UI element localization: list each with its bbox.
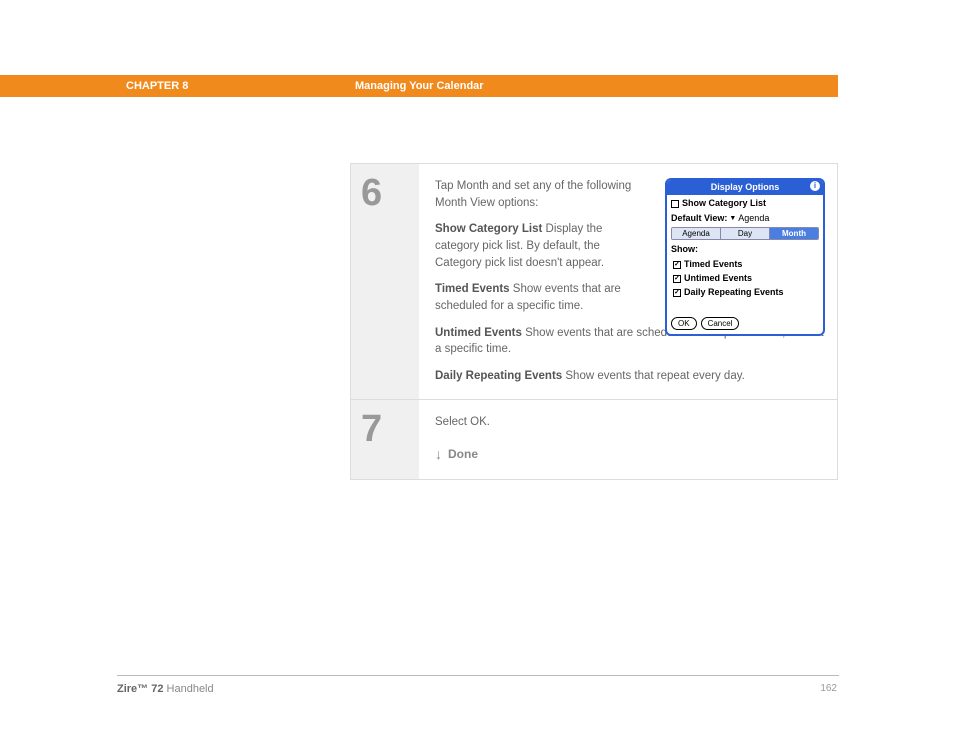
view-tabs: Agenda Day Month	[671, 227, 819, 240]
untimed-events-row[interactable]: ✓ Untimed Events	[673, 272, 819, 285]
checkbox-checked-icon[interactable]: ✓	[673, 289, 681, 297]
checkbox-label: Daily Repeating Events	[684, 286, 784, 299]
option-daily-repeating: Daily Repeating Events Show events that …	[435, 368, 825, 385]
checkbox-checked-icon[interactable]: ✓	[673, 275, 681, 283]
step-number: 6	[351, 164, 419, 399]
footer-product: Zire™ 72 Handheld	[117, 683, 214, 695]
info-icon[interactable]: i	[810, 181, 820, 191]
product-name-bold: Zire™ 72	[117, 683, 163, 695]
opt-text: Show events that repeat every day.	[562, 370, 745, 382]
dropdown-icon[interactable]: ▼	[729, 214, 736, 224]
steps-block: 6 Tap Month and set any of the following…	[350, 163, 838, 480]
option-timed-events: Timed Events Show events that are schedu…	[435, 281, 645, 314]
daily-repeating-row[interactable]: ✓ Daily Repeating Events	[673, 286, 819, 299]
cancel-button[interactable]: Cancel	[701, 317, 740, 330]
timed-events-row[interactable]: ✓ Timed Events	[673, 258, 819, 271]
default-view-value: Agenda	[738, 212, 769, 225]
done-arrow-icon: ↓	[435, 444, 442, 464]
show-heading: Show:	[671, 243, 819, 256]
step-6: 6 Tap Month and set any of the following…	[351, 164, 837, 400]
step7-text: Select OK.	[435, 414, 825, 431]
dialog-body: Show Category List Default View: ▼ Agend…	[667, 195, 823, 334]
checkbox-label: Timed Events	[684, 258, 742, 271]
product-name-rest: Handheld	[163, 683, 213, 695]
display-options-dialog: Display Options i Show Category List Def…	[665, 178, 825, 336]
footer-divider	[117, 675, 839, 676]
tab-day[interactable]: Day	[721, 228, 770, 239]
opt-label: Show Category List	[435, 223, 542, 235]
show-options-list: ✓ Timed Events ✓ Untimed Events ✓ Daily …	[673, 258, 819, 299]
done-label: Done	[448, 446, 478, 463]
checkbox-icon[interactable]	[671, 200, 679, 208]
opt-label: Daily Repeating Events	[435, 370, 562, 382]
opt-label: Untimed Events	[435, 327, 522, 339]
step-body: Select OK. ↓ Done	[419, 400, 837, 479]
step6-intro: Tap Month and set any of the following M…	[435, 178, 645, 211]
dialog-buttons: OK Cancel	[671, 317, 819, 330]
option-show-category: Show Category List Display the category …	[435, 221, 645, 271]
dialog-title: Display Options	[711, 182, 780, 192]
checkbox-checked-icon[interactable]: ✓	[673, 261, 681, 269]
ok-button[interactable]: OK	[671, 317, 697, 330]
step-body: Tap Month and set any of the following M…	[419, 164, 837, 399]
header-bar: CHAPTER 8 Managing Your Calendar	[0, 75, 838, 97]
chapter-label: CHAPTER 8	[126, 80, 188, 92]
tab-month[interactable]: Month	[770, 228, 818, 239]
section-title: Managing Your Calendar	[355, 80, 484, 92]
show-category-list-row[interactable]: Show Category List	[671, 197, 819, 210]
dialog-title-bar: Display Options i	[667, 180, 823, 195]
page-number: 162	[820, 683, 837, 694]
default-view-row[interactable]: Default View: ▼ Agenda	[671, 212, 819, 225]
done-row: ↓ Done	[435, 444, 825, 464]
step-7: 7 Select OK. ↓ Done	[351, 400, 837, 479]
step-number: 7	[351, 400, 419, 479]
checkbox-label: Untimed Events	[684, 272, 752, 285]
default-view-label: Default View:	[671, 212, 727, 225]
opt-label: Timed Events	[435, 283, 510, 295]
tab-agenda[interactable]: Agenda	[672, 228, 721, 239]
checkbox-label: Show Category List	[682, 197, 766, 210]
